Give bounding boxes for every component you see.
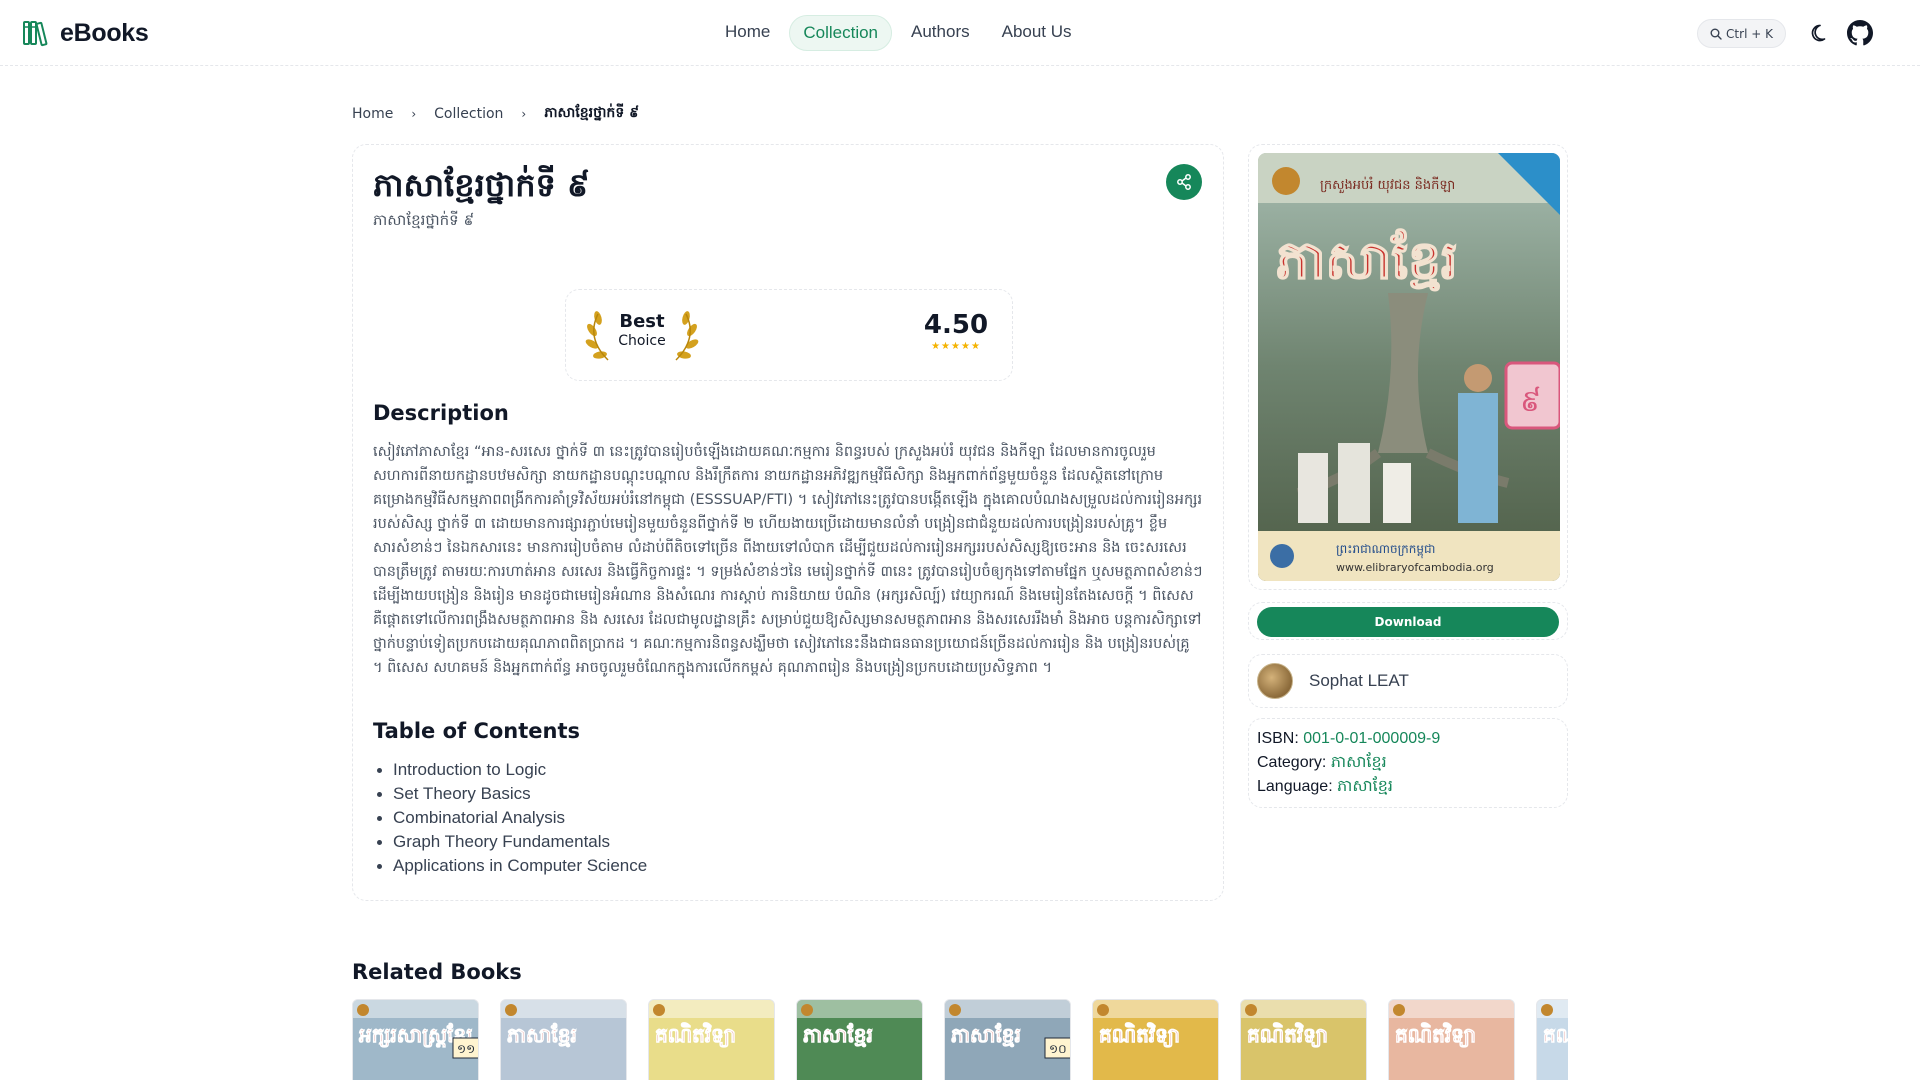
badge-line1: Best <box>619 311 665 332</box>
cover-header: ក្រសួងអប់រំ យុវជន និងកីឡា <box>1320 176 1455 194</box>
category-label: Category: <box>1257 754 1327 771</box>
related-book-title: គណិតវិទ្យា <box>655 1022 736 1048</box>
nav-collection[interactable]: Collection <box>789 15 893 51</box>
breadcrumb-home[interactable]: Home <box>352 106 393 122</box>
chevron-right-icon: › <box>411 106 417 121</box>
nav-home[interactable]: Home <box>712 15 783 51</box>
share-icon <box>1177 174 1191 190</box>
search-shortcut-button[interactable]: Ctrl + K <box>1697 19 1786 48</box>
book-subtitle: ភាសាខ្មែរថ្នាក់ទី ៩ <box>373 211 475 229</box>
related-book-cover: គណិតវិទ្យា <box>1241 1000 1366 1048</box>
toc-item: Introduction to Logic <box>373 758 647 782</box>
github-icon <box>1847 20 1873 46</box>
category-row: Category: ភាសាខ្មែរ <box>1257 751 1559 775</box>
chevron-right-icon: › <box>521 106 527 121</box>
related-book-cover: ភាសាខ្មែរ <box>797 1000 922 1047</box>
toc-item: Applications in Computer Science <box>373 854 647 878</box>
books-logo-icon <box>23 21 48 47</box>
nav-authors[interactable]: Authors <box>898 15 983 51</box>
breadcrumb: Home › Collection › ភាសាខ្មែរថ្នាក់ទី ៩ <box>352 103 639 124</box>
rating-box: Best Choice 4.50 ★★★★★ <box>565 289 1013 381</box>
related-book-card[interactable]: គណិតវិទ្យា <box>1388 999 1515 1080</box>
related-book-card[interactable]: អក្សរសាស្ត្រខ្មែរ ១១ <box>352 999 479 1080</box>
isbn-label: ISBN: <box>1257 730 1299 747</box>
related-book-card[interactable]: គណិតវិទ្យា <box>1240 999 1367 1080</box>
moon-icon <box>1811 24 1826 42</box>
language-row: Language: ភាសាខ្មែរ <box>1257 775 1559 799</box>
related-book-title: គណិតវិទ្យា <box>1247 1022 1328 1048</box>
related-book-title: ភាសាខ្មែរ <box>507 1023 577 1047</box>
github-button[interactable] <box>1845 18 1875 48</box>
related-book-title: គណិ <box>1543 1022 1568 1047</box>
share-button[interactable] <box>1166 164 1202 200</box>
related-book-cover: គណិ <box>1537 1000 1568 1047</box>
related-book-cover: ភាសាខ្មែរ <box>501 1000 626 1047</box>
toc-item: Graph Theory Fundamentals <box>373 830 647 854</box>
site-header: eBooks Home Collection Authors About Us … <box>0 0 1920 66</box>
search-shortcut-label: Ctrl + K <box>1726 26 1773 41</box>
related-book-grade: ១១ <box>457 1042 475 1056</box>
related-book-cover: គណិតវិទ្យា <box>649 1000 774 1048</box>
related-books-row: អក្សរសាស្ត្រខ្មែរ ១១ ភាសាខ្មែរ គណិតវិទ្យា ភា… <box>352 999 1568 1080</box>
related-book-card[interactable]: គណិតវិទ្យា <box>1092 999 1219 1080</box>
theme-toggle-button[interactable] <box>1802 18 1832 48</box>
description-heading: Description <box>373 401 509 425</box>
toc-item: Combinatorial Analysis <box>373 806 647 830</box>
main-nav: Home Collection Authors About Us <box>712 15 1085 51</box>
toc-item: Set Theory Basics <box>373 782 647 806</box>
download-button[interactable]: Download <box>1257 607 1559 637</box>
book-cover[interactable]: ក្រសួងអប់រំ យុវជន និងកីឡា ភាសាខ្មែរ ៩ ព្… <box>1258 153 1560 581</box>
related-book-card[interactable]: ភាសាខ្មែរ <box>796 999 923 1080</box>
author-card[interactable]: Sophat LEAT <box>1248 654 1568 708</box>
rating-value: 4.50 <box>923 310 989 340</box>
language-label: Language: <box>1257 778 1333 795</box>
author-name: Sophat LEAT <box>1309 671 1409 690</box>
book-cover-image: ក្រសួងអប់រំ យុវជន និងកីឡា ភាសាខ្មែរ ៩ ព្… <box>1258 153 1560 581</box>
book-detail-card: ភាសាខ្មែរថ្នាក់ទី ៩ ភាសាខ្មែរថ្នាក់ទី ៩ <box>352 144 1224 901</box>
breadcrumb-collection[interactable]: Collection <box>434 106 503 122</box>
best-choice-badge: Best Choice <box>602 311 682 349</box>
related-book-card[interactable]: ភាសាខ្មែរ១០ <box>944 999 1071 1080</box>
table-of-contents: Introduction to Logic Set Theory Basics … <box>373 758 647 878</box>
book-meta-card: ISBN: 001-0-01-000009-9 Category: ភាសាខ្… <box>1248 718 1568 808</box>
download-card: Download <box>1248 602 1568 640</box>
isbn-value[interactable]: 001-0-01-000009-9 <box>1303 730 1440 747</box>
related-book-title: គណិតវិទ្យា <box>1099 1022 1180 1048</box>
related-book-title: គណិតវិទ្យា <box>1395 1022 1476 1048</box>
cover-title: ភាសាខ្មែរ <box>1276 228 1458 291</box>
cover-card: ក្រសួងអប់រំ យុវជន និងកីឡា ភាសាខ្មែរ ៩ ព្… <box>1248 144 1568 590</box>
related-book-cover: គណិតវិទ្យា <box>1389 1000 1514 1048</box>
cover-grade: ៩ <box>1520 384 1541 419</box>
site-logo[interactable]: eBooks <box>22 18 149 48</box>
toc-heading: Table of Contents <box>373 719 581 743</box>
star-rating-icon: ★★★★★ <box>931 341 981 352</box>
related-book-title: ភាសាខ្មែរ <box>951 1023 1021 1047</box>
related-book-cover: គណិតវិទ្យា <box>1093 1000 1218 1048</box>
related-books-heading: Related Books <box>352 960 522 984</box>
description-text: សៀវភៅភាសាខ្មែរ “អាន-សរសេរ ថ្នាក់ទី ៣ នេះ… <box>373 444 1203 676</box>
related-book-card[interactable]: គណិ <box>1536 999 1568 1080</box>
language-value[interactable]: ភាសាខ្មែរ <box>1337 778 1393 795</box>
search-icon <box>1710 28 1722 40</box>
avatar <box>1257 663 1293 699</box>
related-book-cover: ភាសាខ្មែរ១០ <box>945 1000 1070 1059</box>
cover-url: www.elibraryofcambodia.org <box>1336 561 1494 574</box>
related-book-card[interactable]: គណិតវិទ្យា <box>648 999 775 1080</box>
nav-about-us[interactable]: About Us <box>989 15 1085 51</box>
book-title: ភាសាខ្មែរថ្នាក់ទី ៩ <box>373 166 590 204</box>
isbn-row: ISBN: 001-0-01-000009-9 <box>1257 727 1559 751</box>
related-book-title: ភាសាខ្មែរ <box>803 1023 873 1047</box>
brand-name: eBooks <box>60 18 149 47</box>
related-book-grade: ១០ <box>1049 1042 1067 1056</box>
breadcrumb-current: ភាសាខ្មែរថ្នាក់ទី ៩ <box>544 105 639 121</box>
badge-line2: Choice <box>618 332 666 349</box>
rating: 4.50 ★★★★★ <box>916 310 996 352</box>
related-book-cover: អក្សរសាស្ត្រខ្មែរ១១ <box>353 1000 478 1059</box>
category-value[interactable]: ភាសាខ្មែរ <box>1331 754 1387 771</box>
related-book-card[interactable]: ភាសាខ្មែរ <box>500 999 627 1080</box>
